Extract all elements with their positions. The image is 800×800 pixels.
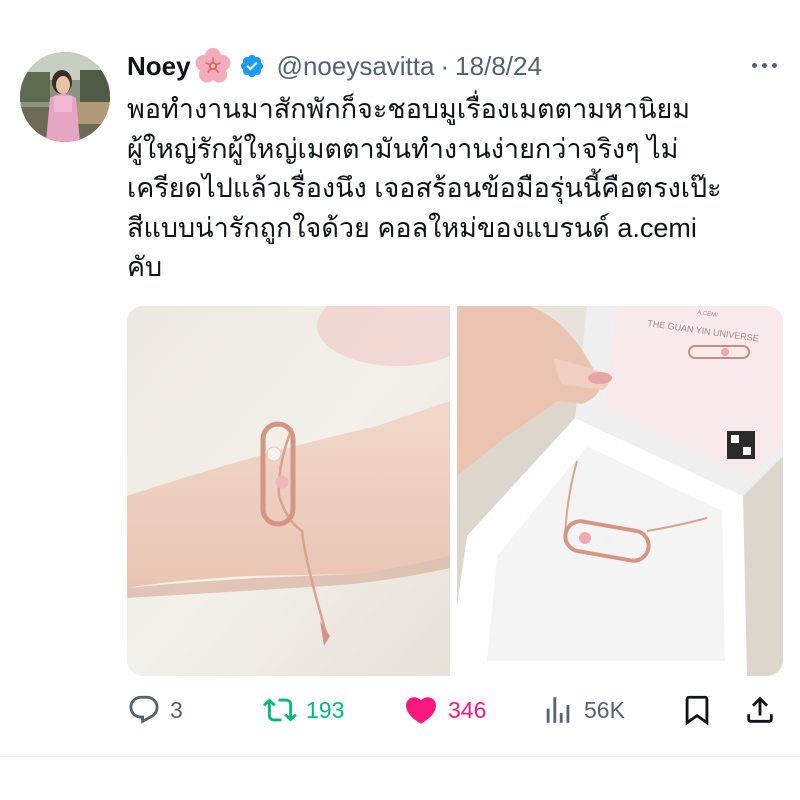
heart-icon bbox=[405, 697, 437, 724]
tweet-text-line: สีแบบน่ารักถูกใจด้วย คอลใหม่ของแบรนด์ a.… bbox=[127, 212, 697, 243]
repost-icon bbox=[263, 698, 297, 722]
bookmark-button[interactable] bbox=[680, 690, 714, 730]
author-handle[interactable]: @noeysavitta bbox=[277, 51, 435, 82]
more-options-icon[interactable] bbox=[744, 52, 784, 78]
tweet-media: THE GUAN YIN UNIVERSE A.CEMI bbox=[127, 306, 783, 676]
tweet-text-line: เครียดไปแล้วเรื่องนึง เจอสร้อนข้อมือรุ่น… bbox=[127, 173, 722, 203]
bookmark-icon bbox=[685, 695, 709, 726]
avatar-image bbox=[20, 52, 110, 142]
tweet-text-line: ผู้ใหญ่รักผู้ใหญ่เมตตามันทำงานง่ายกว่าจร… bbox=[127, 133, 679, 164]
tweet-text: พอทำงานมาสักพักก็จะชอบมูเรื่องเมตตามหานิ… bbox=[127, 90, 777, 288]
cherry-blossom-icon bbox=[195, 48, 231, 84]
repost-count: 193 bbox=[306, 696, 345, 723]
photo-bracelet-box[interactable]: THE GUAN YIN UNIVERSE A.CEMI bbox=[457, 306, 783, 676]
author-name[interactable]: Noey bbox=[127, 51, 191, 82]
views-button[interactable]: 56K bbox=[541, 690, 625, 730]
like-count: 346 bbox=[448, 696, 487, 723]
avatar[interactable] bbox=[20, 52, 110, 142]
tweet-date[interactable]: 18/8/24 bbox=[455, 51, 542, 82]
views-count: 56K bbox=[584, 696, 625, 723]
reply-count: 3 bbox=[170, 696, 183, 723]
views-icon bbox=[546, 697, 570, 723]
verified-badge-icon[interactable] bbox=[239, 53, 265, 79]
separator-dot: · bbox=[440, 50, 450, 81]
photo-wrist-bracelet[interactable] bbox=[127, 306, 477, 676]
reply-icon bbox=[129, 695, 159, 724]
reply-button[interactable]: 3 bbox=[127, 690, 183, 730]
divider bbox=[0, 756, 800, 757]
tweet-header: Noey @noeysavitta · 18/8/24 bbox=[127, 46, 542, 86]
repost-button[interactable]: 193 bbox=[263, 690, 344, 730]
tweet-text-line: คับ bbox=[127, 252, 163, 282]
share-icon bbox=[747, 696, 773, 723]
tweet-text-line: พอทำงานมาสักพักก็จะชอบมูเรื่องเมตตามหานิ… bbox=[127, 94, 691, 124]
share-button[interactable] bbox=[743, 690, 777, 730]
like-button[interactable]: 346 bbox=[403, 690, 486, 730]
action-bar: 3 193 346 56K bbox=[127, 690, 787, 730]
